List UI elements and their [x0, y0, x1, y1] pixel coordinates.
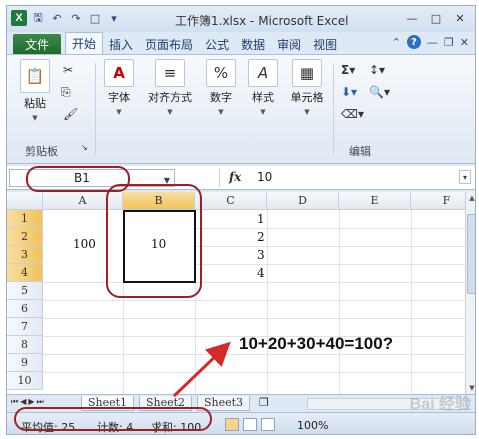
watermark: Bai 经验	[409, 396, 471, 413]
annotation-arrow	[172, 341, 231, 398]
